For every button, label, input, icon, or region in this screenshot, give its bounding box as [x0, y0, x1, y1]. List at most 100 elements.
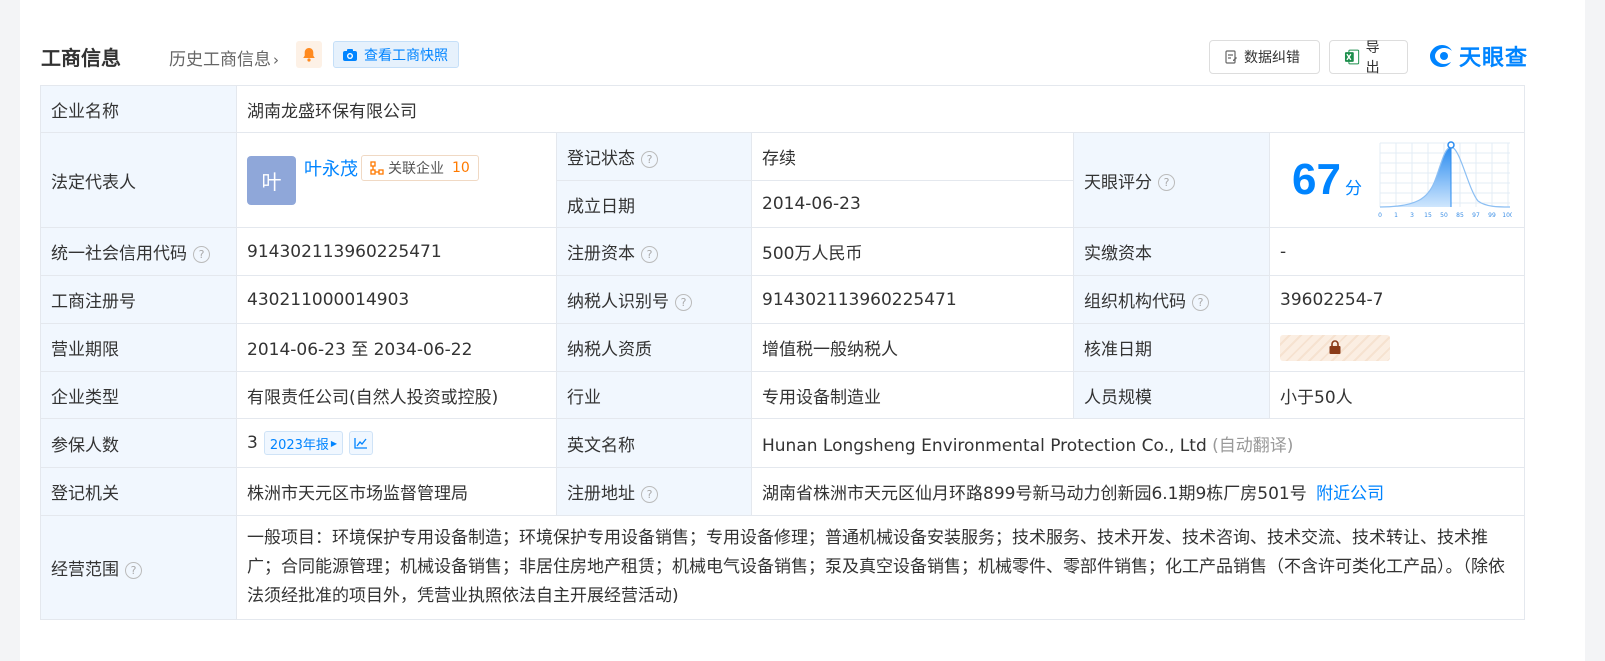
- score-tick-label: 0: [1378, 212, 1382, 219]
- taxpayer-id-label: 纳税人识别号?: [556, 275, 752, 324]
- table-row: 企业类型 有限责任公司(自然人投资或控股) 行业 专用设备制造业 人员规模 小于…: [40, 371, 1526, 419]
- help-icon[interactable]: ?: [193, 245, 210, 263]
- avatar[interactable]: 叶: [247, 155, 296, 205]
- address-value: 湖南省株洲市天元区仙月环路899号新马动力创新园6.1期9栋厂房501号: [762, 484, 1307, 504]
- authority-label: 登记机关: [40, 467, 237, 516]
- export-button[interactable]: 导出: [1329, 40, 1408, 76]
- industry-label: 行业: [556, 371, 752, 419]
- history-link-label: 历史工商信息: [169, 50, 271, 70]
- reg-capital-label-text: 注册资本: [567, 244, 635, 264]
- table-row: 企业名称 湖南龙盛环保有限公司: [40, 85, 1526, 133]
- taxpayer-id-label-text: 纳税人识别号: [567, 292, 669, 312]
- table-row: 统一社会信用代码? 914302113960225471 注册资本? 500万人…: [40, 227, 1526, 276]
- tax-qual-label: 纳税人资质: [556, 323, 752, 372]
- legal-rep-label: 法定代表人: [40, 132, 237, 228]
- score-cell[interactable]: 67 分 0 1 3 15 50 85 97 99 100: [1268, 132, 1526, 228]
- table-row: 营业期限 2014-06-23 至 2034-06-22 纳税人资质 增值税一般…: [40, 323, 1526, 372]
- help-icon[interactable]: ?: [125, 561, 142, 579]
- data-correction-label: 数据纠错: [1244, 50, 1300, 66]
- company-name-value: 湖南龙盛环保有限公司: [235, 85, 1526, 133]
- en-name-label: 英文名称: [556, 418, 752, 468]
- insured-label: 参保人数: [40, 418, 237, 468]
- type-value: 有限责任公司(自然人投资或控股): [236, 371, 557, 419]
- staff-size-label: 人员规模: [1073, 371, 1270, 419]
- legal-rep-cell: 叶叶永茂 关联企业 10: [236, 132, 557, 228]
- section-title: 工商信息: [41, 46, 121, 70]
- scope-value: 一般项目：环境保护专用设备制造；环境保护专用设备销售；专用设备修理；普通机械设备…: [235, 515, 1526, 620]
- annual-report-label: 2023年报: [269, 437, 329, 453]
- brand-logo: 天眼查: [1429, 40, 1528, 72]
- type-label: 企业类型: [40, 371, 237, 419]
- vip-locked-badge[interactable]: [1280, 334, 1390, 361]
- en-name-value: Hunan Longsheng Environmental Protection…: [762, 435, 1207, 456]
- help-icon[interactable]: ?: [1192, 293, 1209, 311]
- lock-icon: [1329, 340, 1341, 354]
- related-companies-badge[interactable]: 关联企业 10: [361, 155, 479, 181]
- table-row: 经营范围? 一般项目：环境保护专用设备制造；环境保护专用设备销售；专用设备修理；…: [40, 515, 1526, 620]
- legal-rep-name-link[interactable]: 叶永茂: [304, 159, 358, 180]
- auto-translate-note: (自动翻译): [1212, 435, 1294, 456]
- related-label: 关联企业: [388, 161, 444, 177]
- authority-value: 株洲市天元区市场监督管理局: [236, 467, 557, 516]
- help-icon[interactable]: ?: [641, 485, 658, 503]
- score-tick-label: 15: [1424, 212, 1432, 219]
- snapshot-label: 查看工商快照: [364, 47, 448, 64]
- reg-status-label-text: 登记状态: [567, 149, 635, 169]
- paid-capital-value: -: [1268, 227, 1526, 276]
- trend-chart-button[interactable]: [349, 431, 374, 455]
- score-tick-label: 3: [1410, 212, 1414, 219]
- table-row: 工商注册号 430211000014903 纳税人识别号? 9143021139…: [40, 275, 1526, 324]
- credit-code-label: 统一社会信用代码?: [40, 227, 237, 276]
- insured-cell: 3 2023年报 ▶: [236, 418, 557, 468]
- score-distribution-chart: 0 1 3 15 50 85 97 99 100: [1378, 141, 1512, 219]
- table-row: 登记机关 株洲市天元区市场监督管理局 注册地址? 湖南省株洲市天元区仙月环路89…: [40, 467, 1526, 516]
- insured-value: 3: [247, 433, 258, 453]
- org-code-label: 组织机构代码?: [1073, 275, 1270, 324]
- tax-qual-value: 增值税一般纳税人: [751, 323, 1074, 372]
- help-icon[interactable]: ?: [641, 150, 658, 168]
- score-tick-label: 50: [1440, 212, 1448, 219]
- table-row: 法定代表人 叶叶永茂 关联企业 10 登记状态? 存续 天眼评分? 67 分 0…: [40, 132, 1526, 228]
- nearby-companies-link[interactable]: 附近公司: [1316, 484, 1384, 504]
- business-info-table: 企业名称 湖南龙盛环保有限公司 法定代表人 叶叶永茂 关联企业 10 登记状态? …: [40, 85, 1526, 620]
- reg-no-value: 430211000014903: [236, 275, 557, 324]
- company-name-label: 企业名称: [40, 85, 237, 133]
- related-count: 10: [452, 160, 470, 176]
- reg-status-label: 登记状态?: [556, 132, 752, 181]
- term-value: 2014-06-23 至 2034-06-22: [236, 323, 557, 372]
- brand-text: 天眼查: [1459, 46, 1529, 71]
- score-label: 天眼评分?: [1073, 132, 1270, 228]
- score-value: 67: [1292, 155, 1341, 204]
- org-code-value: 39602254-7: [1268, 275, 1526, 324]
- taxpayer-id-value: 914302113960225471: [751, 275, 1074, 324]
- triangle-right-icon: ▶: [330, 438, 338, 448]
- score-tick-label: 99: [1488, 212, 1496, 219]
- help-icon[interactable]: ?: [675, 293, 692, 311]
- term-label: 营业期限: [40, 323, 237, 372]
- bell-icon: [303, 48, 315, 62]
- bell-button[interactable]: [296, 41, 322, 68]
- history-link[interactable]: 历史工商信息 ›: [169, 45, 279, 70]
- table-row: 参保人数 3 2023年报 ▶ 英文名称 Hunan Longsheng Envir…: [40, 418, 1526, 468]
- staff-size-value: 小于50人: [1268, 371, 1526, 419]
- snapshot-button[interactable]: 查看工商快照: [333, 41, 459, 68]
- help-icon[interactable]: ?: [641, 245, 658, 263]
- scope-label: 经营范围?: [40, 515, 237, 620]
- en-name-cell: Hunan Longsheng Environmental Protection…: [750, 418, 1526, 468]
- data-correction-button[interactable]: 数据纠错: [1209, 40, 1320, 74]
- chevron-right-icon: ›: [273, 51, 279, 69]
- address-label-text: 注册地址: [567, 484, 635, 504]
- org-code-label-text: 组织机构代码: [1084, 292, 1186, 312]
- est-date-label: 成立日期: [556, 180, 752, 228]
- annual-report-badge[interactable]: 2023年报 ▶: [263, 431, 344, 455]
- score-tick-label: 97: [1472, 212, 1480, 219]
- approve-date-label: 核准日期: [1073, 323, 1270, 372]
- help-icon[interactable]: ?: [1158, 174, 1175, 191]
- score-tick-label: 100: [1502, 212, 1512, 219]
- reg-no-label: 工商注册号: [40, 275, 237, 324]
- scope-label-text: 经营范围: [51, 560, 119, 580]
- approve-date-value: [1268, 323, 1526, 372]
- score-label-text: 天眼评分: [1084, 172, 1152, 193]
- est-date-value: 2014-06-23: [751, 180, 1074, 228]
- score-tick-label: 85: [1456, 212, 1464, 219]
